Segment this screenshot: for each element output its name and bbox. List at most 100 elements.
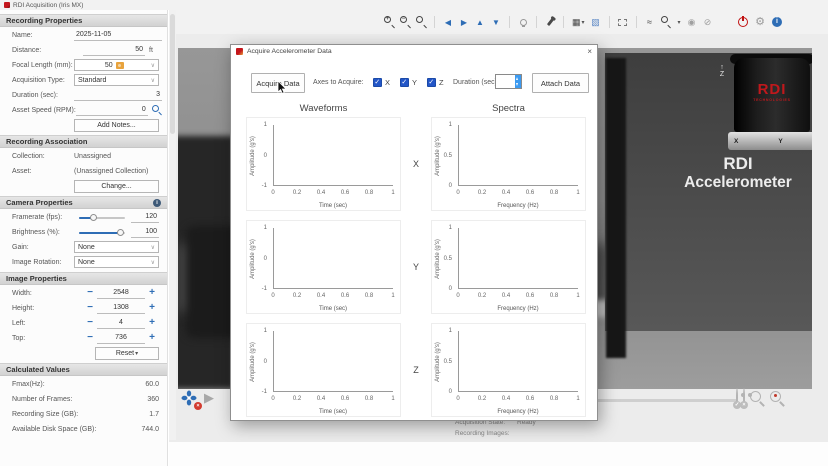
left-input[interactable] bbox=[97, 318, 145, 329]
checkbox-axis-x[interactable]: ✓ bbox=[373, 78, 382, 87]
acquisition-type-row: Acquisition Type: Standard ∨ bbox=[12, 73, 159, 87]
distance-input[interactable] bbox=[83, 45, 145, 56]
fmax-row: Fmax(Hz): 60.0 bbox=[12, 377, 159, 391]
play-button[interactable]: ▶ bbox=[204, 389, 214, 407]
width-decrement-button[interactable]: − bbox=[83, 288, 97, 298]
duration-stepper[interactable] bbox=[515, 75, 521, 88]
checkbox-axis-z-label: Z bbox=[439, 78, 444, 87]
image-rotation-select[interactable]: None ∨ bbox=[74, 256, 159, 268]
asset-speed-label: Asset Speed (RPM): bbox=[12, 107, 76, 114]
framerate-row: Framerate (fps): bbox=[12, 210, 159, 224]
pin-icon[interactable] bbox=[546, 18, 553, 26]
dialog-title: Acquire Accelerometer Data bbox=[247, 48, 332, 55]
close-icon[interactable]: × bbox=[587, 47, 592, 57]
camera-info-icon[interactable]: i bbox=[153, 199, 161, 207]
backdrop-caption-line1: RDI bbox=[648, 154, 812, 174]
checkbox-axis-y[interactable]: ✓ bbox=[400, 78, 409, 87]
pan-down-icon[interactable]: ▼ bbox=[491, 16, 501, 28]
cooling-fan-indicator: × bbox=[181, 390, 199, 408]
main-toolbar: + − ◀ ▶ ▲ ▼ ▦▾ ▧ ≈ ▾ ◉ ⊘ ⚙ i bbox=[176, 10, 828, 34]
acquire-accelerometer-dialog: Acquire Accelerometer Data × Acquire Dat… bbox=[230, 44, 598, 421]
grid-overlay-icon[interactable]: ▦▾ bbox=[572, 16, 585, 28]
axes-to-acquire-label: Axes to Acquire: bbox=[313, 79, 364, 86]
asset-value: (Unassigned Collection) bbox=[74, 168, 148, 175]
pan-left-icon[interactable]: ◀ bbox=[443, 16, 453, 28]
device-logo: RDI bbox=[734, 82, 810, 97]
framerate-input[interactable] bbox=[131, 212, 159, 223]
zoom-in-icon[interactable]: + bbox=[384, 16, 394, 28]
chevron-down-icon: ∨ bbox=[151, 244, 155, 251]
gain-value: None bbox=[78, 244, 95, 251]
num-frames-label: Number of Frames: bbox=[12, 396, 147, 403]
signal-icon[interactable]: ≈ bbox=[645, 16, 655, 28]
top-decrement-button[interactable]: − bbox=[83, 333, 97, 343]
dialog-duration-input[interactable] bbox=[495, 74, 522, 89]
width-increment-button[interactable]: + bbox=[145, 288, 159, 298]
height-input[interactable] bbox=[97, 303, 145, 314]
power-icon[interactable] bbox=[738, 17, 748, 27]
empty-plot-waveforms: Amplitude (g's)10-100.20.40.60.81Time (s… bbox=[246, 323, 401, 417]
top-label: Top: bbox=[12, 335, 74, 342]
empty-plot-waveforms: Amplitude (g's)10-100.20.40.60.81Time (s… bbox=[246, 220, 401, 314]
gain-label: Gain: bbox=[12, 244, 74, 251]
chevron-down-icon: ∨ bbox=[151, 77, 155, 84]
reset-button[interactable]: Reset ▾ bbox=[95, 347, 159, 360]
mount-pole bbox=[606, 58, 626, 358]
settings-gear-icon[interactable]: ⚙ bbox=[755, 17, 765, 27]
save-recording-icon[interactable]: ✓ bbox=[736, 389, 738, 407]
distance-label: Distance: bbox=[12, 47, 74, 54]
asset-speed-input[interactable] bbox=[76, 105, 148, 116]
brightness-input[interactable] bbox=[131, 227, 159, 238]
attach-data-button[interactable]: Attach Data bbox=[532, 73, 589, 93]
change-button[interactable]: Change... bbox=[74, 180, 159, 193]
disabled-mode-icon[interactable]: ⊘ bbox=[703, 16, 713, 28]
width-input[interactable] bbox=[97, 288, 145, 299]
reset-row: Reset ▾ bbox=[12, 346, 159, 360]
live-zoom-icon[interactable] bbox=[770, 391, 785, 406]
caret-down-icon: ▾ bbox=[678, 19, 681, 26]
checkbox-axis-z[interactable]: ✓ bbox=[427, 78, 436, 87]
search-rpm-icon[interactable] bbox=[152, 105, 162, 115]
left-increment-button[interactable]: + bbox=[145, 318, 159, 328]
disk-space-row: Available Disk Space (GB): 744.0 bbox=[12, 422, 159, 436]
dialog-titlebar[interactable]: Acquire Accelerometer Data × bbox=[231, 45, 597, 58]
lighting-icon[interactable] bbox=[520, 19, 527, 26]
zoom-out-icon[interactable]: − bbox=[400, 16, 410, 28]
device-logo-sub: TECHNOLOGIES bbox=[734, 98, 810, 102]
acquisition-type-select[interactable]: Standard ∨ bbox=[74, 74, 159, 86]
review-zoom-icon[interactable] bbox=[750, 391, 765, 406]
top-increment-button[interactable]: + bbox=[145, 333, 159, 343]
height-increment-button[interactable]: + bbox=[145, 303, 159, 313]
add-notes-row: Add Notes... bbox=[12, 118, 159, 132]
checkbox-axis-x-label: X bbox=[385, 78, 390, 87]
duration-input[interactable] bbox=[74, 90, 162, 101]
name-input[interactable] bbox=[74, 30, 162, 41]
duration-row: Duration (sec): bbox=[12, 88, 159, 102]
sidebar-scrollbar[interactable] bbox=[169, 10, 176, 440]
dialog-icon bbox=[236, 48, 243, 55]
chevron-down-icon: ∨ bbox=[151, 62, 155, 69]
snapshot-image-icon[interactable]: ▧ bbox=[591, 16, 601, 28]
height-decrement-button[interactable]: − bbox=[83, 303, 97, 313]
device-axis-band: X Y bbox=[728, 132, 812, 150]
arrow-up-icon: ↑ bbox=[716, 64, 728, 71]
discard-recording-icon[interactable]: × bbox=[743, 389, 745, 407]
top-input[interactable] bbox=[97, 333, 145, 344]
focal-length-select[interactable]: 50 ∨ bbox=[74, 59, 159, 71]
broadcast-icon[interactable]: ◉ bbox=[687, 16, 697, 28]
window-title: RDI Acquisition (Iris MX) bbox=[13, 2, 83, 9]
region-select-icon[interactable] bbox=[618, 19, 627, 26]
fmax-label: Fmax(Hz): bbox=[12, 381, 145, 388]
pan-right-icon[interactable]: ▶ bbox=[459, 16, 469, 28]
brightness-slider[interactable] bbox=[79, 228, 125, 237]
info-icon[interactable]: i bbox=[772, 17, 782, 27]
height-row: Height: − + bbox=[12, 301, 159, 315]
left-decrement-button[interactable]: − bbox=[83, 318, 97, 328]
gain-select[interactable]: None ∨ bbox=[74, 241, 159, 253]
add-notes-button[interactable]: Add Notes... bbox=[74, 119, 159, 132]
zoom-reset-icon[interactable] bbox=[416, 16, 426, 28]
pan-up-icon[interactable]: ▲ bbox=[475, 16, 485, 28]
image-rotation-label: Image Rotation: bbox=[12, 259, 74, 266]
inspect-zoom-icon[interactable] bbox=[661, 16, 671, 28]
framerate-slider[interactable] bbox=[79, 213, 125, 222]
